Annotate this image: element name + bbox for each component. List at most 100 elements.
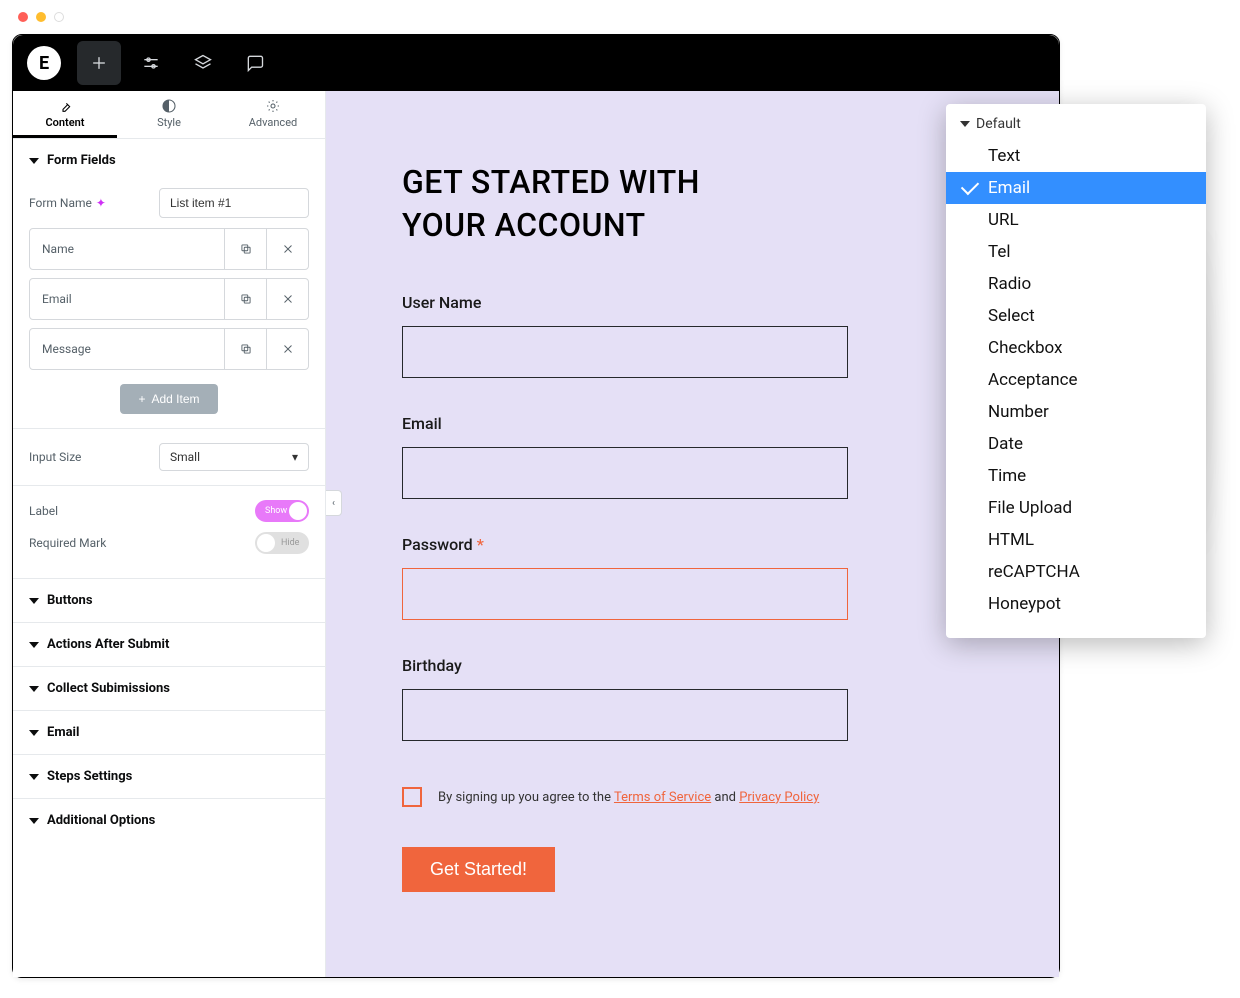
- toggle-knob: [289, 502, 307, 520]
- accordion-email[interactable]: Email: [13, 710, 325, 754]
- agreement-checkbox[interactable]: [402, 787, 422, 807]
- dropdown-header-label: Default: [976, 116, 1021, 132]
- tab-advanced[interactable]: Advanced: [221, 91, 325, 138]
- required-toggle-text: Hide: [281, 538, 299, 548]
- tab-style[interactable]: Style: [117, 91, 221, 138]
- accordion-steps-settings[interactable]: Steps Settings: [13, 754, 325, 798]
- left-panel: Content Style Advanced Form Fields Form …: [13, 91, 326, 977]
- close-dot[interactable]: [18, 12, 28, 22]
- dropdown-item-email[interactable]: Email: [946, 172, 1206, 204]
- submit-button[interactable]: Get Started!: [402, 847, 555, 892]
- required-toggle-row: Required Mark Hide: [29, 532, 309, 554]
- accordion-label: Steps Settings: [47, 769, 132, 784]
- input-size-select[interactable]: Small ▾: [159, 443, 309, 471]
- duplicate-icon[interactable]: [224, 229, 266, 269]
- field-list: Name Email Message: [29, 228, 309, 370]
- tab-content-label: Content: [45, 116, 84, 129]
- field-item[interactable]: Email: [29, 278, 309, 320]
- dropdown-item-html[interactable]: HTML: [946, 524, 1206, 556]
- dropdown-item-file-upload[interactable]: File Upload: [946, 492, 1206, 524]
- privacy-link[interactable]: Privacy Policy: [739, 790, 819, 805]
- label-toggle-row: Label Show: [29, 500, 309, 522]
- password-input[interactable]: [402, 568, 848, 620]
- divider: [13, 428, 325, 429]
- required-toggle-label: Required Mark: [29, 536, 106, 550]
- chevron-down-icon: ▾: [292, 450, 298, 464]
- field-item-name: Name: [30, 242, 224, 256]
- remove-icon[interactable]: [266, 229, 308, 269]
- form-fields-body: Form Name✦ Name Email Message + Add Item…: [13, 178, 325, 578]
- accordion-label: Collect Subimissions: [47, 681, 170, 696]
- structure-icon[interactable]: [181, 41, 225, 85]
- label-toggle-text: Show: [265, 506, 287, 516]
- dropdown-item-tel[interactable]: Tel: [946, 236, 1206, 268]
- toggle-knob: [257, 534, 275, 552]
- form-name-input[interactable]: [159, 188, 309, 218]
- accordion-label: Additional Options: [47, 813, 155, 828]
- dropdown-item-time[interactable]: Time: [946, 460, 1206, 492]
- birthday-input[interactable]: [402, 689, 848, 741]
- plus-icon: +: [138, 392, 145, 406]
- dropdown-header[interactable]: Default: [946, 104, 1206, 140]
- tab-style-label: Style: [157, 116, 181, 129]
- user-name-label: User Name: [402, 293, 983, 312]
- dropdown-item-number[interactable]: Number: [946, 396, 1206, 428]
- password-label: Password*: [402, 535, 983, 554]
- dropdown-item-date[interactable]: Date: [946, 428, 1206, 460]
- divider: [13, 485, 325, 486]
- agreement-row: By signing up you agree to the Terms of …: [402, 787, 983, 807]
- email-input[interactable]: [402, 447, 848, 499]
- maximize-dot[interactable]: [54, 12, 64, 22]
- minimize-dot[interactable]: [36, 12, 46, 22]
- add-item-button[interactable]: + Add Item: [120, 384, 217, 414]
- remove-icon[interactable]: [266, 329, 308, 369]
- dropdown-item-url[interactable]: URL: [946, 204, 1206, 236]
- elementor-logo[interactable]: E: [27, 46, 61, 80]
- accordion-buttons[interactable]: Buttons: [13, 578, 325, 622]
- comment-icon[interactable]: [233, 41, 277, 85]
- field-item[interactable]: Message: [29, 328, 309, 370]
- accordion-label: Actions After Submit: [47, 637, 169, 652]
- required-toggle[interactable]: Hide: [255, 532, 309, 554]
- ai-sparkle-icon[interactable]: ✦: [96, 196, 106, 210]
- form-title: GET STARTED WITHYOUR ACCOUNT: [402, 161, 983, 247]
- accordion-actions-after-submit[interactable]: Actions After Submit: [13, 622, 325, 666]
- dropdown-item-select[interactable]: Select: [946, 300, 1206, 332]
- remove-icon[interactable]: [266, 279, 308, 319]
- duplicate-icon[interactable]: [224, 329, 266, 369]
- dropdown-list: TextEmailURLTelRadioSelectCheckboxAccept…: [946, 140, 1206, 620]
- dropdown-item-acceptance[interactable]: Acceptance: [946, 364, 1206, 396]
- tab-content[interactable]: Content: [13, 91, 117, 138]
- dropdown-item-radio[interactable]: Radio: [946, 268, 1206, 300]
- panel-tabs: Content Style Advanced: [13, 91, 325, 139]
- dropdown-item-text[interactable]: Text: [946, 140, 1206, 172]
- dropdown-item-recaptcha[interactable]: reCAPTCHA: [946, 556, 1206, 588]
- duplicate-icon[interactable]: [224, 279, 266, 319]
- field-item-name: Message: [30, 342, 224, 356]
- dropdown-item-honeypot[interactable]: Honeypot: [946, 588, 1206, 620]
- settings-icon[interactable]: [129, 41, 173, 85]
- input-size-row: Input Size Small ▾: [29, 443, 309, 471]
- input-size-value: Small: [170, 450, 200, 464]
- field-item[interactable]: Name: [29, 228, 309, 270]
- user-name-input[interactable]: [402, 326, 848, 378]
- add-widget-button[interactable]: [77, 41, 121, 85]
- label-toggle-label: Label: [29, 504, 58, 518]
- accordion-collect-subimissions[interactable]: Collect Subimissions: [13, 666, 325, 710]
- birthday-label: Birthday: [402, 656, 983, 675]
- accordion-additional-options[interactable]: Additional Options: [13, 798, 325, 842]
- dropdown-item-checkbox[interactable]: Checkbox: [946, 332, 1206, 364]
- form-name-label: Form Name✦: [29, 196, 106, 210]
- input-size-label: Input Size: [29, 450, 81, 464]
- editor-app: E Content Style: [12, 34, 1060, 978]
- label-toggle[interactable]: Show: [255, 500, 309, 522]
- tos-link[interactable]: Terms of Service: [614, 790, 711, 805]
- window-controls: [0, 0, 1240, 34]
- accordions: Buttons Actions After Submit Collect Subim…: [13, 578, 325, 842]
- panel-collapse-handle[interactable]: ‹: [326, 490, 342, 516]
- field-item-name: Email: [30, 292, 224, 306]
- section-form-fields[interactable]: Form Fields: [13, 139, 325, 178]
- topbar: E: [13, 35, 1059, 91]
- form-name-row: Form Name✦: [29, 188, 309, 218]
- add-item-label: Add Item: [151, 392, 199, 406]
